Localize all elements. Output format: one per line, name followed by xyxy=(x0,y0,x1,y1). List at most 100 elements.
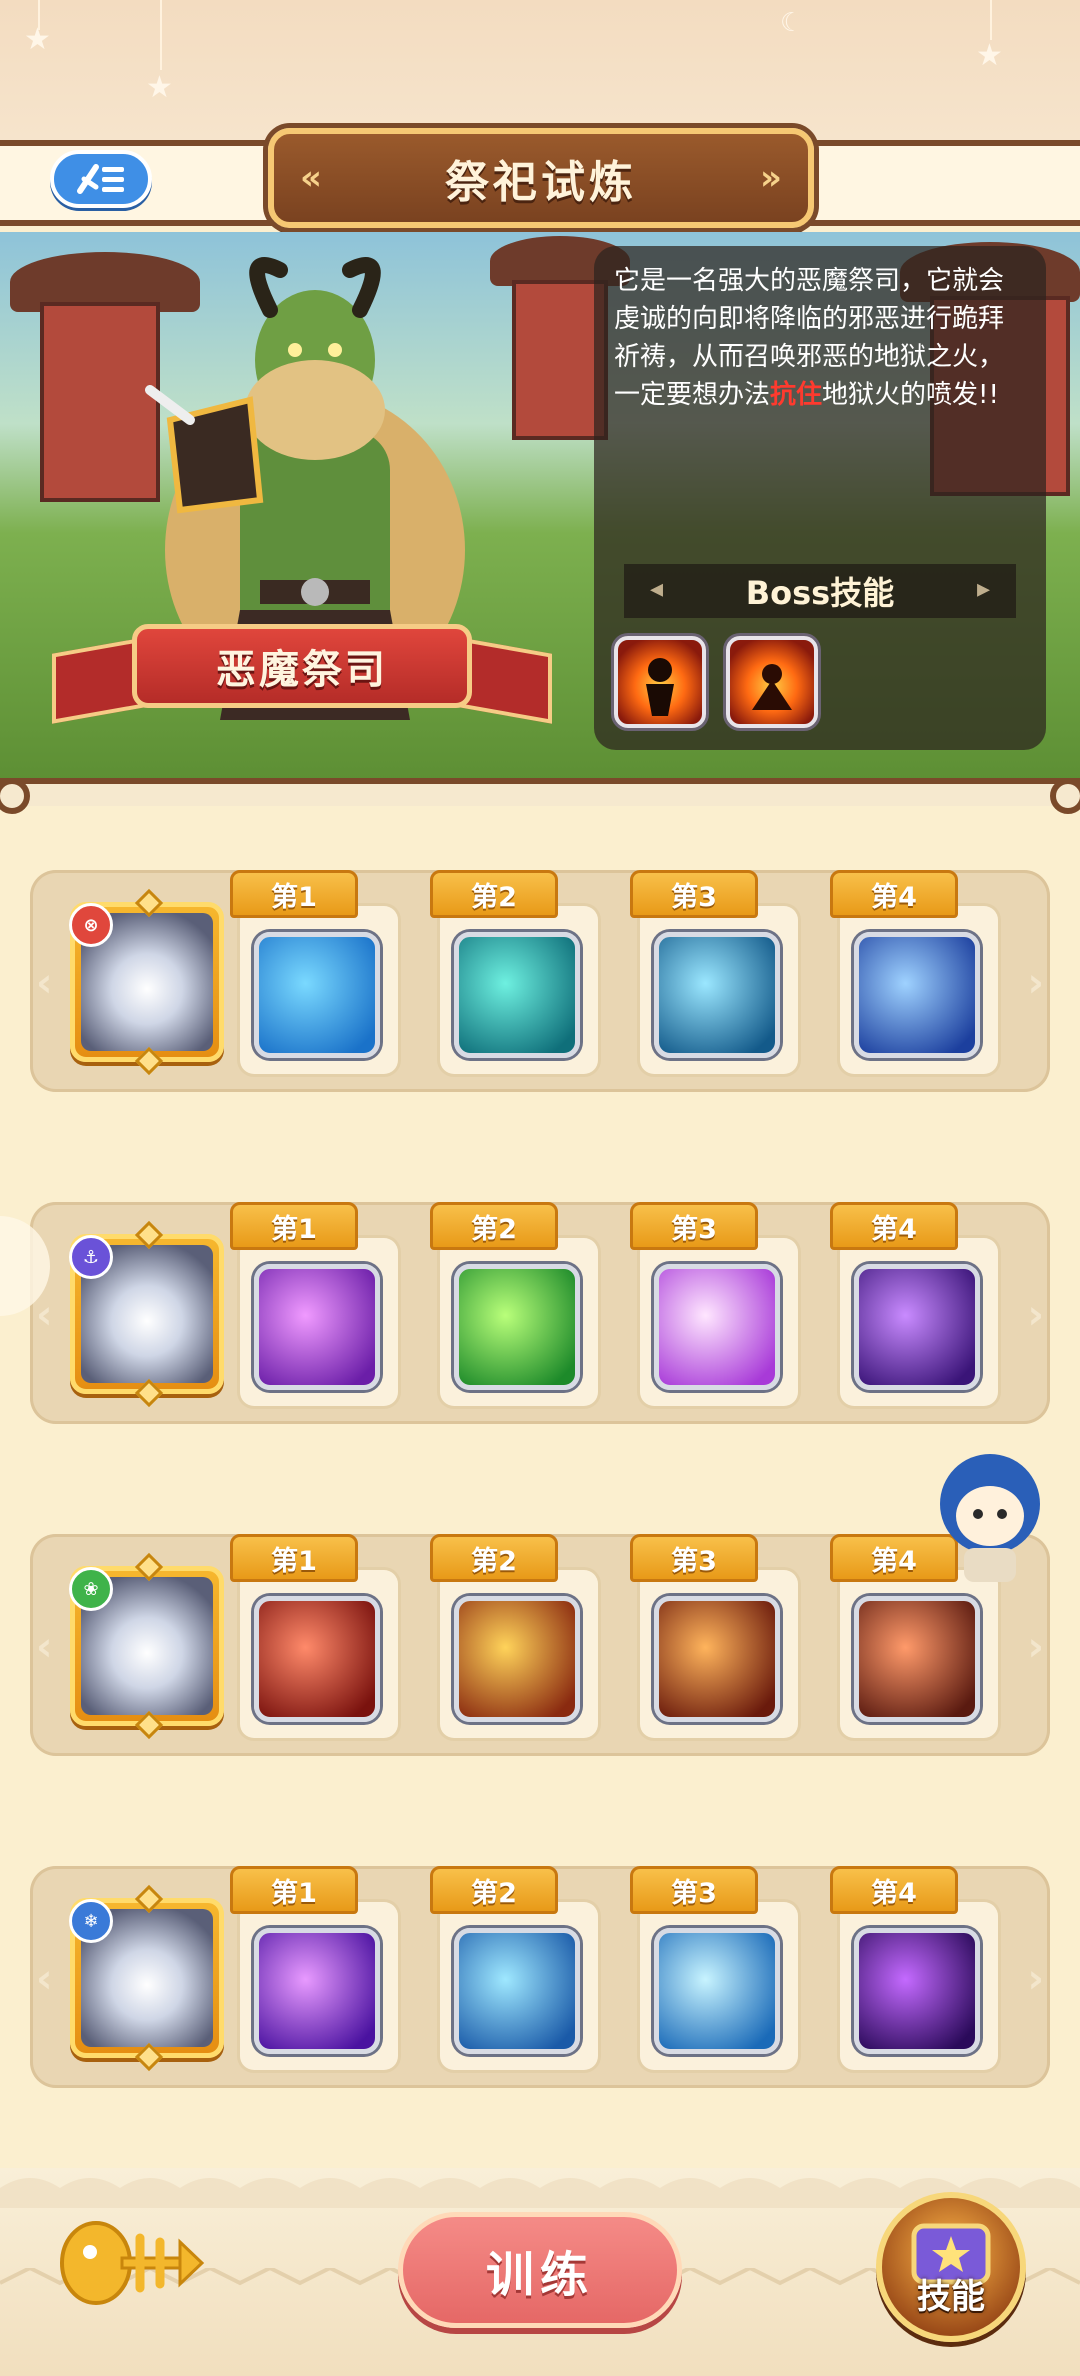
page-title: 祭祀试炼 xyxy=(445,157,637,208)
purple-sprout-icon[interactable] xyxy=(854,1264,980,1390)
row-right-arrow-icon: › xyxy=(1027,1624,1044,1670)
boss-info-panel: 它是一名强大的恶魔祭司，它就会虔诚的向即将降临的邪恶进行跪拜祈祷，从而召唤邪恶的… xyxy=(594,246,1046,750)
purple-arrows-icon[interactable] xyxy=(254,1928,380,2054)
right-arrow-icon: ▸ xyxy=(976,574,990,604)
skill-slot: 第4 xyxy=(830,870,998,1074)
row-right-arrow-icon: › xyxy=(1027,1956,1044,2002)
crossbow-icon[interactable] xyxy=(854,1596,980,1722)
list-back-icon xyxy=(77,164,124,194)
team-row: ‹ › ⊗ 第1 第2 第3 第4 xyxy=(30,870,1050,1092)
boss-name-ribbon: 恶魔祭司 xyxy=(52,624,552,724)
scene-bottom-frame xyxy=(0,778,1080,806)
frame-ornament xyxy=(0,778,30,814)
ice-arrow-icon[interactable] xyxy=(654,1928,780,2054)
description-text: 地狱火的喷发!! xyxy=(822,380,999,410)
skill-order-label: 第4 xyxy=(871,1545,917,1577)
fire-demon-icon[interactable] xyxy=(614,636,706,728)
skill-slot: 第3 xyxy=(630,1534,798,1738)
fishbone-icon[interactable] xyxy=(56,2208,206,2318)
claw-rays-icon[interactable] xyxy=(654,1596,780,1722)
skill-slot: 第3 xyxy=(630,1866,798,2070)
team-row: ‹ › ⚓ 第1 第2 第3 第4 xyxy=(30,1202,1050,1424)
ice-slash-icon[interactable] xyxy=(254,932,380,1058)
skill-slot: 第2 xyxy=(430,1866,598,2070)
hero-class-badge-icon: ⚓ xyxy=(69,1235,113,1279)
team-row: ‹ › ❀ 第1 第2 第3 第4 xyxy=(30,1534,1050,1756)
star-icon: ★ xyxy=(24,22,51,57)
skill-order-label: 第2 xyxy=(471,1213,517,1245)
dark-eye-icon[interactable] xyxy=(854,1928,980,2054)
skill-order-label: 第1 xyxy=(271,1877,317,1909)
skill-slot: 第1 xyxy=(230,1866,398,2070)
skill-order-tab: 第1 xyxy=(230,870,358,918)
boss-skills-title: Boss技能 xyxy=(745,574,895,612)
skill-slot: 第2 xyxy=(430,1202,598,1406)
skill-slot: 第2 xyxy=(430,1534,598,1738)
boss-description: 它是一名强大的恶魔祭司，它就会虔诚的向即将降临的邪恶进行跪拜祈祷，从而召唤邪恶的… xyxy=(614,262,1026,414)
hammer-icon[interactable] xyxy=(654,932,780,1058)
fire-summon-icon[interactable] xyxy=(726,636,818,728)
description-highlight: 抗住 xyxy=(770,380,823,410)
skill-order-label: 第1 xyxy=(271,1213,317,1245)
skill-order-tab: 第3 xyxy=(630,870,758,918)
back-button[interactable] xyxy=(50,150,152,208)
gem-ornament-icon xyxy=(134,1046,164,1076)
skill-order-label: 第1 xyxy=(271,881,317,913)
team-row: ‹ › ❄ 第1 第2 第3 第4 xyxy=(30,1866,1050,2088)
hero-class-badge-icon: ❀ xyxy=(69,1567,113,1611)
left-arrow-icon: ◂ xyxy=(650,574,664,604)
left-swirl-icon: « xyxy=(300,158,322,198)
skill-order-tab: 第4 xyxy=(830,1202,958,1250)
right-swirl-icon: » xyxy=(760,158,782,198)
ribbon-plate: 恶魔祭司 xyxy=(132,624,472,708)
green-heal-icon[interactable] xyxy=(454,1264,580,1390)
blue-blade-icon[interactable] xyxy=(854,932,980,1058)
skill-order-label: 第3 xyxy=(671,881,717,913)
top-decoration: ★ ★ ☾ ★ xyxy=(0,0,1080,140)
skill-order-tab: 第3 xyxy=(630,1202,758,1250)
skill-order-tab: 第2 xyxy=(430,1534,558,1582)
hanging-string xyxy=(160,0,162,70)
skill-slot: 第2 xyxy=(430,870,598,1074)
moon-icon: ☾ xyxy=(780,8,804,38)
skills-button[interactable]: 技能 xyxy=(876,2192,1026,2342)
ice-shards-icon[interactable] xyxy=(454,1928,580,2054)
row-left-arrow-icon: ‹ xyxy=(36,1956,53,2002)
skill-order-tab: 第3 xyxy=(630,1866,758,1914)
mace-swing-icon[interactable] xyxy=(254,1596,380,1722)
skill-order-label: 第3 xyxy=(671,1213,717,1245)
gem-ornament-icon xyxy=(134,1378,164,1408)
skill-order-tab: 第1 xyxy=(230,1202,358,1250)
hero-portrait-blue-fish[interactable]: ❀ xyxy=(69,1552,224,1740)
boss-skills-header: ◂ Boss技能 ▸ xyxy=(624,564,1016,618)
skill-order-tab: 第2 xyxy=(430,1866,558,1914)
purple-wave-icon[interactable] xyxy=(254,1264,380,1390)
hero-portrait-armored-penguin[interactable]: ⊗ xyxy=(69,888,224,1076)
skill-order-label: 第4 xyxy=(871,881,917,913)
campfire-icon[interactable] xyxy=(454,1596,580,1722)
gem-ornament-icon xyxy=(134,2042,164,2072)
row-right-arrow-icon: › xyxy=(1027,960,1044,1006)
hero-portrait-crowned-fish[interactable]: ⚓ xyxy=(69,1220,224,1408)
helper-character-icon[interactable] xyxy=(928,1448,1052,1588)
train-button[interactable]: 训练 xyxy=(398,2212,682,2328)
teal-ghost-icon[interactable] xyxy=(454,932,580,1058)
hero-portrait-bandaged-bird[interactable]: ❄ xyxy=(69,1884,224,2072)
skill-order-label: 第3 xyxy=(671,1545,717,1577)
skill-slot: 第1 xyxy=(230,870,398,1074)
skill-order-tab: 第4 xyxy=(830,1866,958,1914)
star-icon: ★ xyxy=(976,38,1003,73)
shield-wings-icon[interactable] xyxy=(654,1264,780,1390)
skill-slot: 第1 xyxy=(230,1534,398,1738)
row-right-arrow-icon: › xyxy=(1027,1292,1044,1338)
skill-order-tab: 第4 xyxy=(830,870,958,918)
gem-ornament-icon xyxy=(134,1710,164,1740)
skill-slot: 第4 xyxy=(830,1202,998,1406)
skill-order-label: 第2 xyxy=(471,1545,517,1577)
skill-order-label: 第2 xyxy=(471,881,517,913)
skill-order-label: 第3 xyxy=(671,1877,717,1909)
skill-slot: 第4 xyxy=(830,1866,998,2070)
boss-name: 恶魔祭司 xyxy=(216,647,388,693)
skill-order-label: 第4 xyxy=(871,1213,917,1245)
train-button-label: 训练 xyxy=(485,2247,594,2303)
